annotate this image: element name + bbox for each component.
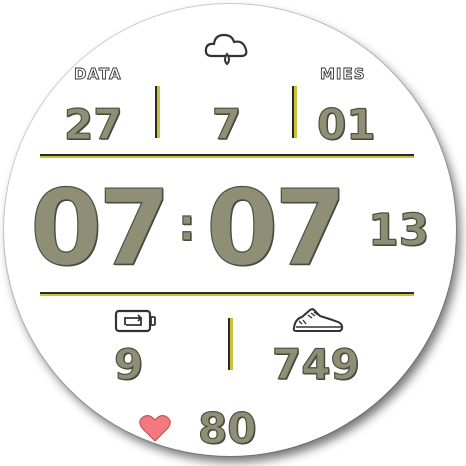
heart-icon <box>139 415 171 442</box>
date-label: DATA <box>74 65 122 83</box>
day-value: 27 <box>63 100 123 149</box>
seconds-value: 13 <box>367 205 430 256</box>
date-divider-left <box>157 86 160 138</box>
steps-value: 749 <box>271 340 360 389</box>
watch-face: DATA MIES 27 7 01 07 : 07 13 9 749 80 <box>4 4 456 456</box>
month-label: MIES <box>320 65 366 83</box>
weekday-value: 7 <box>211 100 242 149</box>
battery-value: 9 <box>113 340 144 389</box>
bottom-separator-line <box>40 294 414 296</box>
battery-icon <box>114 309 156 333</box>
cloud-rain-icon <box>204 33 248 66</box>
top-separator-line <box>40 156 414 158</box>
minutes-value: 07 <box>205 167 347 289</box>
date-divider-right <box>294 86 297 138</box>
hours-value: 07 <box>29 167 171 289</box>
shoe-icon <box>292 308 344 332</box>
stats-divider <box>230 318 233 370</box>
heart-rate-value: 80 <box>197 404 257 453</box>
time-colon: : <box>177 200 196 251</box>
month-value: 01 <box>316 100 376 149</box>
